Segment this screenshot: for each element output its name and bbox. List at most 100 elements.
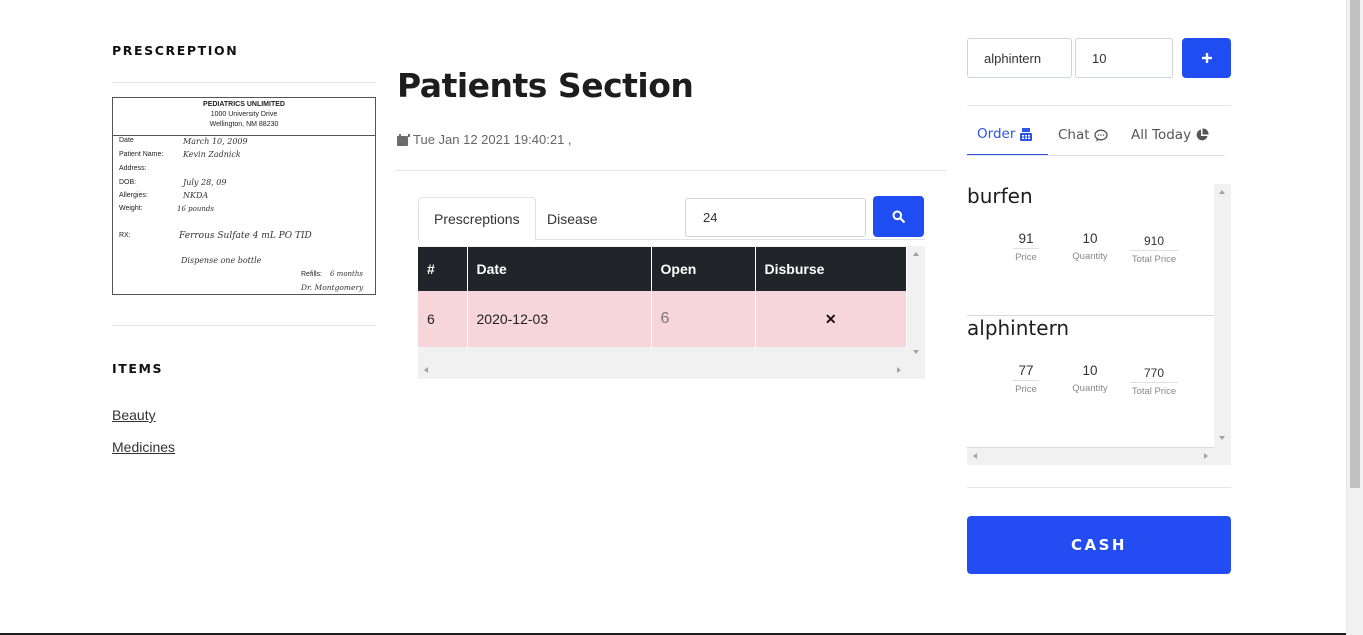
quantity-label: Quantity — [1072, 251, 1108, 262]
scroll-down-icon[interactable] — [1219, 436, 1225, 440]
divider — [112, 82, 376, 83]
order-vertical-scrollbar[interactable] — [1214, 184, 1231, 448]
cell-date: 2020-12-03 — [467, 291, 652, 347]
item-name-input[interactable]: alphintern — [967, 38, 1072, 78]
scroll-left-icon[interactable] — [424, 367, 428, 373]
category-link-medicines[interactable]: Medicines — [112, 439, 175, 455]
quantity-value: 10 — [1082, 363, 1098, 378]
divider — [967, 105, 1231, 106]
table-vertical-scrollbar[interactable] — [907, 246, 925, 360]
divider — [395, 170, 947, 171]
price-value: 91 — [1013, 231, 1039, 249]
price-label: Price — [1015, 252, 1037, 263]
patient-search-input[interactable]: 24 — [685, 198, 866, 237]
plus-icon — [1201, 53, 1212, 63]
tab-chat[interactable]: Chat — [1058, 114, 1108, 156]
scroll-left-icon[interactable] — [973, 453, 977, 459]
column-header-id: # — [418, 247, 468, 291]
scroll-right-icon[interactable] — [897, 367, 901, 373]
rx-refills-label: Refills: — [301, 271, 323, 278]
page-scrollbar[interactable] — [1346, 0, 1363, 635]
rx-dispense-value: Dispense one bottle — [181, 256, 262, 265]
order-item-quantity: 10 Quantity — [1068, 363, 1112, 394]
tab-order[interactable]: Order — [967, 114, 1048, 156]
scroll-down-icon[interactable] — [913, 350, 919, 354]
total-label: Total Price — [1131, 254, 1177, 265]
cell-open[interactable]: 6 — [651, 291, 756, 347]
search-icon — [892, 210, 905, 223]
rx-date-label: Date — [119, 137, 134, 144]
rx-weight-label: Weight: — [119, 205, 143, 212]
datetime-text: Tue Jan 12 2021 19:40:21 , — [413, 132, 572, 147]
total-label: Total Price — [1131, 386, 1177, 397]
rx-refills-value: 6 months — [330, 270, 363, 278]
rx-doctor-signature: Dr. Montgomery — [301, 283, 364, 292]
tab-all-today[interactable]: All Today — [1131, 114, 1209, 156]
prescriptions-table-container: # Date Open Disburse 6 2020-12-03 6 ✕ — [418, 246, 925, 379]
table-row[interactable]: 6 2020-12-03 6 ✕ — [418, 291, 907, 347]
table-horizontal-scrollbar[interactable] — [418, 362, 925, 379]
order-item-total: 770 Total Price — [1130, 366, 1178, 397]
order-list: burfen 91 Price 10 Quantity 910 Total Pr… — [967, 184, 1231, 465]
datetime-row: Tue Jan 12 2021 19:40:21 , — [397, 132, 572, 147]
close-icon[interactable]: ✕ — [825, 311, 837, 327]
cell-disburse[interactable]: ✕ — [755, 291, 907, 347]
rx-address-line1: 1000 University Drive — [210, 111, 278, 118]
column-header-open: Open — [651, 247, 756, 291]
cash-register-icon — [1020, 127, 1033, 141]
chat-icon — [1093, 129, 1108, 141]
rx-allergies-value: NKDA — [183, 191, 209, 200]
scroll-right-icon[interactable] — [1204, 453, 1208, 459]
rx-weight-value: 16 pounds — [177, 205, 214, 213]
quantity-label: Quantity — [1072, 383, 1108, 394]
category-link-beauty[interactable]: Beauty — [112, 407, 156, 423]
tabs-underline — [967, 155, 1225, 156]
divider — [112, 325, 376, 326]
search-button[interactable] — [873, 196, 924, 237]
page-title: Patients Section — [397, 66, 694, 105]
price-value: 77 — [1013, 363, 1039, 381]
cash-button[interactable]: CASH — [967, 516, 1231, 574]
rx-date-value: March 10, 2009 — [183, 137, 248, 146]
order-horizontal-scrollbar[interactable] — [967, 448, 1231, 465]
add-item-button[interactable] — [1182, 38, 1231, 78]
rx-address-label: Address: — [119, 165, 147, 172]
rx-dob-label: DOB: — [119, 179, 137, 186]
tab-disease[interactable]: Disease — [532, 197, 613, 240]
cell-id: 6 — [418, 291, 468, 347]
column-header-disburse: Disburse — [755, 247, 907, 291]
rx-allergies-label: Allergies: — [119, 192, 148, 199]
page-scrollbar-thumb[interactable] — [1350, 0, 1360, 488]
order-item-quantity: 10 Quantity — [1068, 231, 1112, 262]
order-item-name: alphintern — [967, 316, 1070, 340]
tab-prescreptions[interactable]: Prescreptions — [418, 197, 536, 241]
total-value: 910 — [1130, 234, 1178, 251]
prescription-image: PEDIATRICS UNLIMITED 1000 University Dri… — [112, 97, 376, 295]
quantity-input[interactable]: 10 — [1075, 38, 1173, 78]
prescriptions-table: # Date Open Disburse 6 2020-12-03 6 ✕ — [418, 247, 907, 347]
column-header-date: Date — [467, 247, 652, 291]
rx-dob-value: July 28, 09 — [183, 178, 227, 187]
scroll-up-icon[interactable] — [913, 252, 919, 256]
items-heading: ITEMS — [112, 361, 164, 376]
order-item-price: 91 Price — [1013, 231, 1039, 263]
tab-chat-label: Chat — [1058, 127, 1090, 143]
tab-all-today-label: All Today — [1131, 127, 1192, 143]
order-item-total: 910 Total Price — [1130, 234, 1178, 265]
total-value: 770 — [1130, 366, 1178, 383]
prescription-heading: PRESCREPTION — [112, 43, 239, 58]
table-header-row: # Date Open Disburse — [418, 247, 907, 291]
rx-practice-name: PEDIATRICS UNLIMITED — [203, 101, 285, 108]
rx-medication-value: Ferrous Sulfate 4 mL PO TID — [179, 231, 312, 241]
calendar-icon — [397, 133, 410, 146]
price-label: Price — [1015, 384, 1037, 395]
rx-patient-value: Kevin Zadnick — [183, 150, 241, 159]
tab-order-label: Order — [977, 126, 1016, 142]
rx-patient-label: Patient Name: — [119, 151, 164, 158]
order-item-price: 77 Price — [1013, 363, 1039, 395]
order-item: alphintern 77 Price 10 Quantity 770 Tota… — [967, 316, 1214, 448]
pie-chart-icon — [1196, 128, 1209, 141]
scroll-up-icon[interactable] — [1219, 190, 1225, 194]
rx-header: PEDIATRICS UNLIMITED 1000 University Dri… — [113, 98, 375, 136]
order-item: burfen 91 Price 10 Quantity 910 Total Pr… — [967, 184, 1214, 316]
